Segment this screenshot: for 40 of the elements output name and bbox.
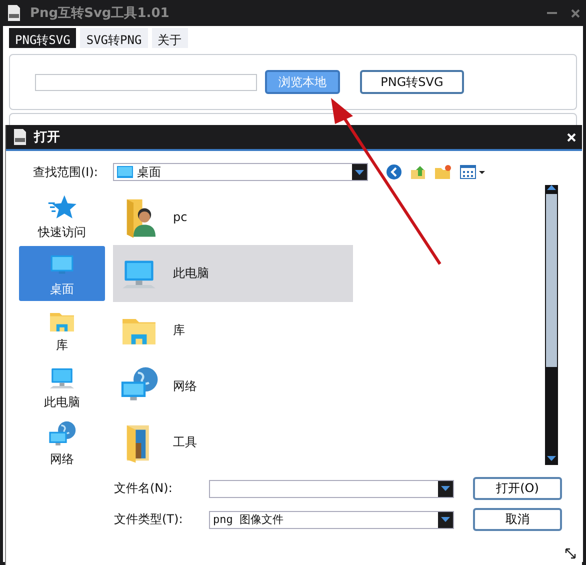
place-item[interactable]: 快速访问 <box>19 189 105 244</box>
resize-icon[interactable] <box>565 548 576 559</box>
dialog-title: 打开 <box>34 129 61 146</box>
convert-button[interactable]: PNG转SVG <box>360 70 464 94</box>
window-title: Png互转Svg工具1.01 <box>30 5 170 22</box>
open-button[interactable]: 打开(O) <box>473 477 562 500</box>
tab[interactable]: 关于 <box>152 28 188 48</box>
place-item[interactable]: 库 <box>19 302 105 358</box>
place-item[interactable]: 桌面 <box>19 246 105 301</box>
path-field[interactable] <box>35 74 257 90</box>
file-type-label: 文件类型(T): <box>114 511 184 528</box>
desktop-icon <box>117 166 133 178</box>
minimize-icon[interactable] <box>547 12 557 14</box>
look-in-label: 查找范围(I): <box>33 164 99 180</box>
file-item[interactable]: pc <box>113 189 353 246</box>
file-item[interactable]: 库 <box>113 302 353 358</box>
scrollbar[interactable] <box>545 185 558 465</box>
app-icon <box>12 128 28 146</box>
back-icon[interactable] <box>386 164 402 180</box>
caret-icon[interactable] <box>441 486 450 491</box>
scroll-down-icon[interactable] <box>547 456 556 461</box>
app-icon <box>6 4 22 22</box>
caret-icon[interactable] <box>441 517 450 522</box>
place-item[interactable]: 网络 <box>19 416 105 471</box>
file-type-dropdown[interactable]: png 图像文件 <box>209 510 454 528</box>
tab[interactable]: PNG转SVG <box>9 28 76 48</box>
tab[interactable]: SVG转PNG <box>80 28 148 48</box>
file-name-field[interactable] <box>209 480 454 498</box>
look-in-dropdown[interactable]: 桌面 <box>113 163 368 181</box>
caret-icon[interactable] <box>355 170 364 174</box>
place-item[interactable]: 此电脑 <box>19 359 105 414</box>
up-folder-icon[interactable] <box>410 164 426 180</box>
scroll-up-icon[interactable] <box>547 185 556 190</box>
new-folder-icon[interactable] <box>434 164 452 180</box>
file-item[interactable]: 网络 <box>113 358 353 415</box>
view-menu-icon[interactable] <box>460 165 486 179</box>
file-item[interactable]: 此电脑 <box>113 245 353 302</box>
file-name-label: 文件名(N): <box>114 480 174 497</box>
file-item[interactable]: 工具 <box>113 414 353 472</box>
cancel-button[interactable]: 取消 <box>473 508 562 531</box>
